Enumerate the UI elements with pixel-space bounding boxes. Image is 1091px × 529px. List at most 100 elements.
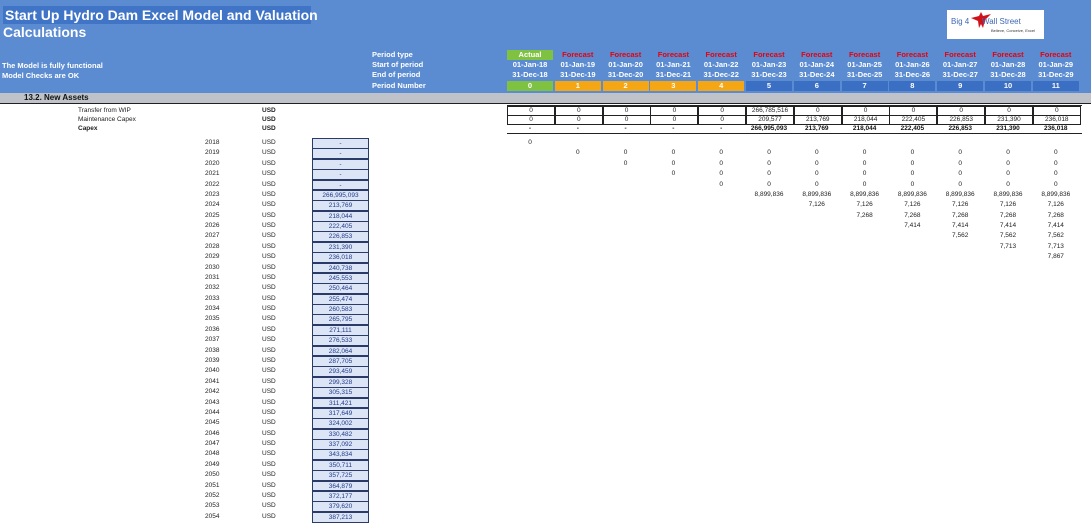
capex-value-cell[interactable]: 245,553	[312, 272, 369, 284]
capex-value-cell[interactable]: 218,044	[312, 210, 369, 222]
capex-value-cell[interactable]: 379,620	[312, 501, 369, 513]
capex-cell[interactable]: -	[507, 124, 553, 133]
depreciation-cell[interactable]: 0	[937, 180, 983, 189]
capex-value-cell[interactable]: 276,533	[312, 335, 369, 347]
depreciation-cell[interactable]: 0	[603, 148, 649, 157]
depreciation-cell[interactable]: 7,268	[937, 211, 983, 220]
depreciation-cell[interactable]: 7,126	[985, 200, 1031, 209]
depreciation-cell[interactable]: 0	[842, 180, 888, 189]
capex-cell[interactable]: 231,390	[985, 124, 1031, 133]
capex-value-cell[interactable]: 350,711	[312, 459, 369, 471]
capex-cell[interactable]: 218,044	[842, 124, 888, 133]
depreciation-cell[interactable]: 0	[889, 148, 935, 157]
capex-value-cell[interactable]: 299,328	[312, 376, 369, 388]
capex-value-cell[interactable]: 330,482	[312, 428, 369, 440]
capex-cell[interactable]: -	[555, 124, 601, 133]
depreciation-cell[interactable]: 0	[889, 180, 935, 189]
depreciation-cell[interactable]: 0	[794, 169, 840, 178]
depreciation-cell[interactable]: 0	[746, 169, 792, 178]
depreciation-cell[interactable]: 0	[889, 169, 935, 178]
capex-value-cell[interactable]: -	[312, 138, 369, 149]
depreciation-cell[interactable]: 7,268	[889, 211, 935, 220]
depreciation-cell[interactable]: 7,414	[985, 221, 1031, 230]
depreciation-cell[interactable]: 0	[842, 159, 888, 168]
depreciation-cell[interactable]: 7,562	[1033, 231, 1079, 240]
depreciation-cell[interactable]: 7,414	[889, 221, 935, 230]
capex-value-cell[interactable]: 213,769	[312, 200, 369, 212]
capex-cell[interactable]: 236,018	[1033, 124, 1079, 133]
capex-cell[interactable]: 266,995,093	[746, 124, 792, 133]
depreciation-cell[interactable]: 0	[698, 169, 744, 178]
depreciation-cell[interactable]: 8,899,836	[1033, 190, 1079, 199]
capex-value-cell[interactable]: 266,995,093	[312, 189, 369, 201]
capex-value-cell[interactable]: 265,795	[312, 314, 369, 326]
depreciation-cell[interactable]: 0	[794, 159, 840, 168]
capex-value-cell[interactable]: 324,002	[312, 418, 369, 430]
depreciation-cell[interactable]: 0	[1033, 148, 1079, 157]
capex-value-cell[interactable]: 287,705	[312, 355, 369, 367]
depreciation-cell[interactable]: 7,126	[937, 200, 983, 209]
depreciation-cell[interactable]: 8,899,836	[794, 190, 840, 199]
depreciation-cell[interactable]: 0	[1033, 169, 1079, 178]
capex-value-cell[interactable]: 357,725	[312, 470, 369, 482]
capex-cell[interactable]: 222,405	[889, 124, 935, 133]
depreciation-cell[interactable]: 7,562	[937, 231, 983, 240]
depreciation-cell[interactable]: 7,126	[794, 200, 840, 209]
depreciation-cell[interactable]: 7,126	[1033, 200, 1079, 209]
depreciation-cell[interactable]: 7,414	[1033, 221, 1079, 230]
depreciation-cell[interactable]: 7,713	[985, 242, 1031, 251]
capex-value-cell[interactable]: 293,459	[312, 366, 369, 378]
capex-value-cell[interactable]: 343,834	[312, 449, 369, 461]
depreciation-cell[interactable]: 7,126	[842, 200, 888, 209]
depreciation-cell[interactable]: 0	[842, 148, 888, 157]
capex-value-cell[interactable]: -	[312, 148, 369, 160]
depreciation-cell[interactable]: 0	[1033, 180, 1079, 189]
depreciation-cell[interactable]: 0	[842, 169, 888, 178]
capex-value-cell[interactable]: 372,177	[312, 490, 369, 502]
depreciation-cell[interactable]: 0	[650, 148, 696, 157]
depreciation-cell[interactable]: 0	[937, 159, 983, 168]
depreciation-cell[interactable]: 7,867	[1033, 252, 1079, 261]
depreciation-cell[interactable]: 7,562	[985, 231, 1031, 240]
capex-value-cell[interactable]: -	[312, 169, 369, 180]
depreciation-cell[interactable]: 0	[555, 148, 601, 157]
depreciation-cell[interactable]: 0	[794, 148, 840, 157]
capex-value-cell[interactable]: 337,092	[312, 439, 369, 450]
depreciation-cell[interactable]: 8,899,836	[889, 190, 935, 199]
depreciation-cell[interactable]: 0	[746, 180, 792, 189]
depreciation-cell[interactable]: 8,899,836	[937, 190, 983, 199]
depreciation-cell[interactable]: 7,268	[985, 211, 1031, 220]
depreciation-cell[interactable]: 0	[698, 159, 744, 168]
capex-value-cell[interactable]: -	[312, 158, 369, 170]
depreciation-cell[interactable]: 0	[985, 159, 1031, 168]
capex-value-cell[interactable]: 387,213	[312, 511, 369, 523]
depreciation-cell[interactable]: 7,268	[842, 211, 888, 220]
capex-value-cell[interactable]: 222,405	[312, 221, 369, 232]
depreciation-cell[interactable]: 8,899,836	[746, 190, 792, 199]
depreciation-cell[interactable]: 7,126	[889, 200, 935, 209]
capex-cell[interactable]: -	[650, 124, 696, 133]
capex-value-cell[interactable]: 311,421	[312, 397, 369, 409]
depreciation-cell[interactable]: 0	[650, 159, 696, 168]
capex-value-cell[interactable]: 317,649	[312, 407, 369, 419]
capex-value-cell[interactable]: 226,853	[312, 231, 369, 243]
depreciation-cell[interactable]: 0	[1033, 159, 1079, 168]
depreciation-cell[interactable]: 0	[746, 159, 792, 168]
depreciation-cell[interactable]: 0	[746, 148, 792, 157]
capex-cell[interactable]: -	[603, 124, 649, 133]
capex-value-cell[interactable]: 260,583	[312, 304, 369, 315]
capex-value-cell[interactable]: 305,315	[312, 387, 369, 398]
depreciation-cell[interactable]: 7,268	[1033, 211, 1079, 220]
capex-value-cell[interactable]: 240,738	[312, 262, 369, 274]
depreciation-cell[interactable]: 0	[985, 169, 1031, 178]
depreciation-cell[interactable]: 0	[889, 159, 935, 168]
depreciation-cell[interactable]: 0	[603, 159, 649, 168]
depreciation-cell[interactable]: 0	[985, 180, 1031, 189]
depreciation-cell[interactable]: 0	[937, 148, 983, 157]
capex-cell[interactable]: -	[698, 124, 744, 133]
capex-value-cell[interactable]: -	[312, 179, 369, 191]
depreciation-cell[interactable]: 0	[650, 169, 696, 178]
capex-value-cell[interactable]: 282,064	[312, 345, 369, 357]
capex-cell[interactable]: 213,769	[794, 124, 840, 133]
capex-value-cell[interactable]: 364,879	[312, 480, 369, 492]
